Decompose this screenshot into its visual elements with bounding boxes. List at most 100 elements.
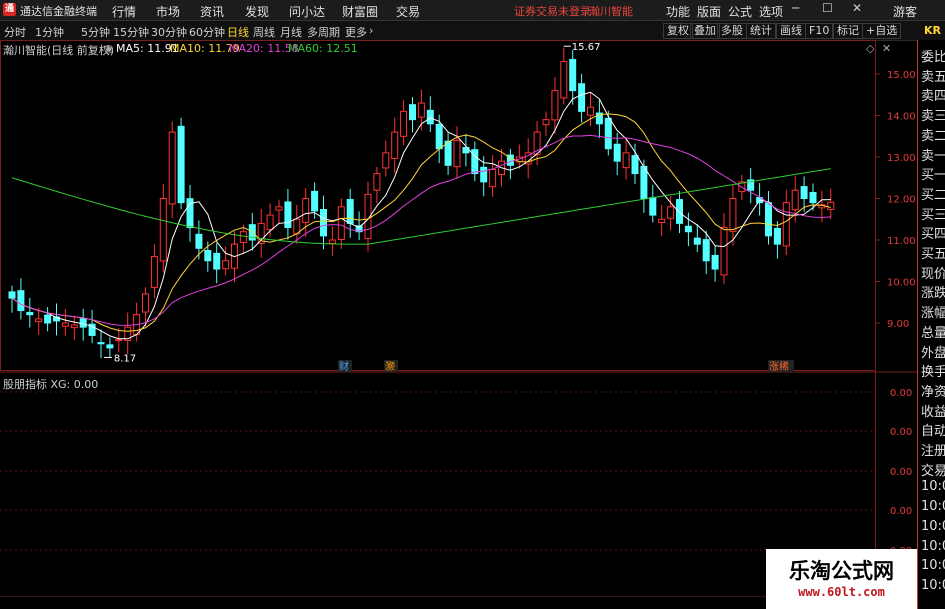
- side-panel-label[interactable]: 总量: [921, 322, 945, 341]
- side-panel-label[interactable]: 买五: [921, 243, 945, 262]
- side-panel-label[interactable]: 净资: [921, 381, 945, 400]
- candle-down: [435, 123, 443, 150]
- candle-up: [720, 227, 728, 276]
- price-axis: 15.00 14.00 13.00 12.00 11.00 10.00 9.00: [875, 70, 916, 330]
- side-panel-label[interactable]: 买三: [921, 204, 945, 223]
- candle-down: [409, 104, 416, 121]
- candle-down: [106, 344, 114, 349]
- candle-down: [480, 166, 488, 183]
- candle-up: [622, 152, 630, 169]
- tab-daily[interactable]: 日线: [227, 24, 249, 40]
- indicator-axis-label: 0.00: [890, 388, 912, 399]
- menu-functions[interactable]: 功能: [666, 3, 690, 20]
- menu-market[interactable]: 市场: [156, 3, 180, 20]
- side-panel-label[interactable]: 自动: [921, 420, 945, 439]
- menu-wealth[interactable]: 财富圈: [342, 3, 378, 20]
- menu-news[interactable]: 资讯: [200, 3, 224, 20]
- candle-up: [275, 206, 283, 211]
- quote-side-panel: 委比 卖五 卖四 卖三 卖二 卖一 买一 买二 买三 买四 买五 现价 涨跌 涨幅 总量 外盘 换手 净资 收益 自动…: [917, 40, 945, 609]
- candle-down: [426, 109, 434, 125]
- multi-stock-button[interactable]: 多股: [717, 23, 747, 39]
- menu-quotes[interactable]: 行情: [112, 3, 136, 20]
- tab-60min[interactable]: 60分钟: [189, 24, 225, 40]
- candle-up: [70, 324, 78, 329]
- side-panel-label[interactable]: 10:0: [921, 479, 945, 494]
- add-watchlist-button[interactable]: +自选: [862, 23, 902, 39]
- side-panel-label[interactable]: 10:0: [921, 558, 945, 573]
- tab-15min[interactable]: 15分钟: [113, 24, 149, 40]
- draw-line-button[interactable]: 画线: [776, 23, 806, 39]
- indicator-axis: 0.000.000.000.000.00: [0, 388, 912, 557]
- candle-up: [61, 322, 69, 327]
- adjust-button[interactable]: 复权: [663, 23, 693, 39]
- close-icon[interactable]: ✕: [852, 1, 862, 15]
- overlay-button[interactable]: 叠加: [690, 23, 720, 39]
- side-panel-label[interactable]: 买一: [921, 164, 945, 183]
- side-panel-label[interactable]: 10:0: [921, 578, 945, 593]
- candle-down: [97, 342, 105, 345]
- restore-icon[interactable]: ☐: [822, 1, 833, 15]
- side-panel-label[interactable]: 交易: [921, 460, 945, 479]
- watermark-url: www.60lt.com: [798, 585, 885, 599]
- side-panel-label[interactable]: 10:0: [921, 539, 945, 554]
- menu-trade[interactable]: 交易: [396, 3, 420, 20]
- side-panel-label[interactable]: 10:0: [921, 499, 945, 514]
- side-panel-label[interactable]: 外盘: [921, 342, 945, 361]
- candle-up: [391, 131, 399, 159]
- side-panel-label[interactable]: 卖四: [921, 85, 945, 104]
- ma-toggle-icon[interactable]: ◉: [104, 42, 114, 55]
- login-status[interactable]: 证券交易未登录: [514, 3, 591, 19]
- tab-intraday[interactable]: 分时: [4, 24, 26, 40]
- tab-1min[interactable]: 1分钟: [35, 24, 64, 40]
- chart-settings-icon[interactable]: ◇: [866, 42, 874, 55]
- ma10-line: [11, 113, 831, 332]
- menu-ask[interactable]: 问小达: [289, 3, 325, 20]
- side-panel-label[interactable]: 涨幅: [921, 302, 945, 321]
- candle-down: [204, 250, 212, 262]
- f10-button[interactable]: F10: [805, 23, 834, 39]
- tab-5min[interactable]: 5分钟: [81, 24, 110, 40]
- candle-up: [667, 206, 675, 219]
- side-panel-label[interactable]: 委比: [921, 46, 945, 65]
- side-panel-label[interactable]: 卖二: [921, 125, 945, 144]
- side-panel-label[interactable]: 收益: [921, 401, 945, 420]
- candle-up: [142, 293, 149, 313]
- side-panel-label[interactable]: 现价: [921, 263, 945, 282]
- side-panel-label[interactable]: 注册: [921, 440, 945, 459]
- price-axis-label: 12.00: [887, 195, 916, 206]
- chart-close-icon[interactable]: ✕: [882, 42, 891, 55]
- minimize-icon[interactable]: ─: [792, 1, 799, 15]
- mark-button[interactable]: 标记: [833, 23, 863, 39]
- guest-label[interactable]: 游客: [893, 3, 917, 20]
- menu-options[interactable]: 选项: [759, 3, 783, 20]
- candle-up: [115, 339, 123, 342]
- tab-30min[interactable]: 30分钟: [151, 24, 187, 40]
- candle-up: [729, 198, 737, 232]
- side-panel-label[interactable]: 买四: [921, 223, 945, 242]
- candle-down: [346, 198, 354, 224]
- candle-down: [649, 197, 657, 216]
- tab-monthly[interactable]: 月线: [280, 24, 302, 40]
- menu-formula[interactable]: 公式: [728, 3, 752, 20]
- side-panel-label[interactable]: 卖一: [921, 145, 945, 164]
- side-panel-label[interactable]: 买二: [921, 184, 945, 203]
- side-panel-label[interactable]: 换手: [921, 361, 945, 380]
- side-panel-label[interactable]: 涨跌: [921, 282, 945, 301]
- candle-down: [320, 209, 327, 237]
- candle-up: [35, 318, 43, 323]
- tab-multi-period[interactable]: 多周期: [307, 24, 340, 40]
- kline-chart[interactable]: 15.00 14.00 13.00 12.00 11.00 10.00 9.00 0.00 0…: [0, 40, 917, 597]
- side-panel-label[interactable]: 卖五: [921, 66, 945, 85]
- side-panel-label[interactable]: 10:0: [921, 519, 945, 534]
- side-panel-label[interactable]: 卖三: [921, 105, 945, 124]
- statistics-button[interactable]: 统计: [746, 23, 776, 39]
- menu-discover[interactable]: 发现: [245, 3, 269, 20]
- menu-layout[interactable]: 版面: [697, 3, 721, 20]
- tab-more[interactable]: 更多: [345, 24, 367, 40]
- tab-weekly[interactable]: 周线: [253, 24, 275, 40]
- high-price-mark: 15.67: [572, 42, 601, 53]
- candle-down: [604, 117, 612, 150]
- candle-up: [417, 102, 425, 118]
- more-arrow-icon[interactable]: ›: [369, 24, 373, 37]
- ma60-label: MA60: 12.51: [288, 42, 358, 55]
